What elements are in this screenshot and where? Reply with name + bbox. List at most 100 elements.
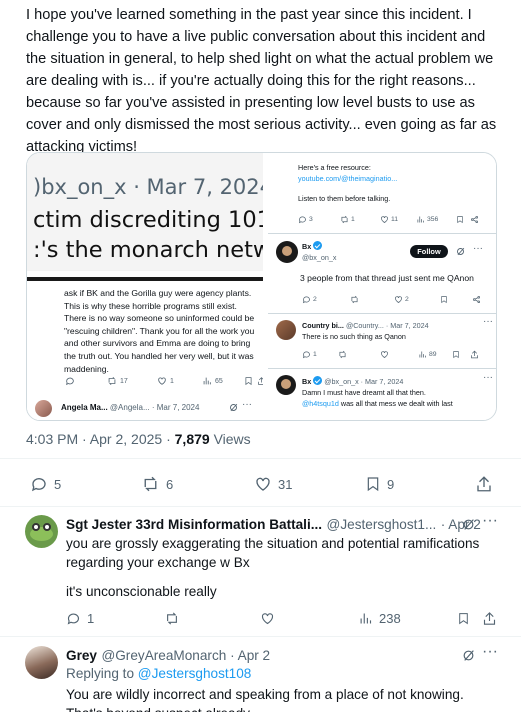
more-icon: ··· xyxy=(242,399,252,410)
reply-author-name[interactable]: Sgt Jester 33rd Misinformation Battali..… xyxy=(66,517,322,532)
reply-author-name[interactable]: Grey xyxy=(66,648,97,663)
like-button[interactable]: 31 xyxy=(254,475,292,493)
tweet-meta: 4:03 PM · Apr 2, 2025 · 7,879 Views xyxy=(26,431,251,447)
more-icon[interactable]: ··· xyxy=(482,512,498,530)
replying-prefix: Replying to xyxy=(66,666,138,681)
repost-icon xyxy=(341,215,348,224)
bookmark-icon xyxy=(367,477,379,492)
mr2-likes-count: 2 xyxy=(405,296,409,303)
verified-icon xyxy=(313,241,323,250)
resource-link[interactable]: youtube.com/@theimaginatio... xyxy=(298,173,397,184)
avatar[interactable] xyxy=(25,646,58,679)
media-left-likes: 1 xyxy=(157,376,174,386)
bookmark-icon xyxy=(456,215,464,224)
listen-text: Listen to them before talking. xyxy=(298,194,391,203)
heart-icon xyxy=(158,377,166,385)
share-icon xyxy=(472,295,481,304)
replying-to-link[interactable]: @Jestersghost108 xyxy=(138,666,252,681)
bx2-post-rest: was all that mess we dealt with last xyxy=(338,399,453,408)
reply-text-2: it's unconscionable really xyxy=(66,584,217,599)
country-handle: @Country... xyxy=(345,321,384,330)
reply-icon xyxy=(31,478,46,492)
media-left-header-quote1: ctim discrediting 101. “It's xyxy=(33,207,263,233)
media-left-likes-count: 1 xyxy=(170,377,174,385)
bookmark-button[interactable] xyxy=(457,611,470,626)
verified-icon xyxy=(313,376,323,385)
share-button[interactable] xyxy=(482,611,497,626)
media-left-actions: 17 1 65 xyxy=(57,376,263,390)
repost-button[interactable]: 6 xyxy=(141,475,173,493)
like-button[interactable] xyxy=(260,611,275,626)
bx2-post: Damn I must have dreamt all that then. xyxy=(302,388,426,397)
media-left-header: )bx_on_x · Mar 7, 2024 ctim discrediting… xyxy=(27,153,263,271)
bx2-name: Bx xyxy=(302,377,312,386)
country-name: Country bi... xyxy=(302,321,344,330)
heart-icon xyxy=(381,351,388,358)
media-right-divider xyxy=(268,313,496,314)
repost-icon xyxy=(339,350,346,359)
more-icon: ··· xyxy=(473,243,483,254)
media-right-actions-1: 3 1 11 356 xyxy=(298,215,494,227)
reply-icon xyxy=(302,296,310,304)
bookmark-icon xyxy=(440,295,448,304)
resource-text: Here's a free resource: xyxy=(298,163,371,172)
heart-icon xyxy=(381,216,388,223)
follow-button[interactable]: Follow xyxy=(410,245,448,258)
media-left-reposts-count: 17 xyxy=(120,377,128,385)
reply-views-count: 238 xyxy=(379,611,401,626)
repost-icon xyxy=(351,295,358,304)
like-count: 31 xyxy=(278,476,293,492)
media-left-footer-name: Angela Ma... xyxy=(61,403,108,412)
reply-icon xyxy=(65,376,75,386)
reply-icon xyxy=(302,351,310,359)
views-icon xyxy=(360,613,372,624)
share-icon xyxy=(257,376,263,386)
heart-icon xyxy=(395,296,402,303)
reply-icon xyxy=(67,613,80,625)
share-icon xyxy=(470,350,479,359)
media-left-reposts: 17 xyxy=(107,376,128,386)
reply-count: 5 xyxy=(54,476,62,492)
views-button[interactable]: 238 xyxy=(358,611,401,626)
reply-button[interactable]: 1 xyxy=(66,611,94,626)
tweet-views-count: 7,879 xyxy=(174,431,210,447)
grok-icon[interactable] xyxy=(462,518,475,531)
grok-icon[interactable] xyxy=(462,649,475,662)
reply-text: You are wildly incorrect and speaking fr… xyxy=(66,687,464,712)
more-icon[interactable]: ··· xyxy=(482,643,498,661)
media-left-footer-handle: @Angela... xyxy=(109,403,150,412)
repost-button[interactable] xyxy=(164,611,180,626)
repost-icon xyxy=(144,476,157,492)
avatar[interactable] xyxy=(25,515,58,548)
reply-button[interactable]: 5 xyxy=(30,475,61,493)
tweet-time[interactable]: 4:03 PM · Apr 2, 2025 · xyxy=(26,431,175,447)
tweet-text: I hope you've learned something in the p… xyxy=(26,7,497,155)
grok-icon xyxy=(229,403,238,412)
bookmark-icon xyxy=(452,350,460,359)
media-left-views-count: 65 xyxy=(215,377,223,385)
reply-item[interactable]: Sgt Jester 33rd Misinformation Battali..… xyxy=(0,506,521,636)
mr-replies-count: 3 xyxy=(309,216,313,223)
mr2-replies-count: 2 xyxy=(313,296,317,303)
media-left-divider xyxy=(27,277,263,281)
avatar xyxy=(35,400,52,417)
media-left-footer: Angela Ma... @Angela... · Mar 7, 2024 ··… xyxy=(27,393,263,420)
reply-item[interactable]: Grey @GreyAreaMonarch · Apr 2 ··· Replyi… xyxy=(0,637,521,712)
avatar xyxy=(276,241,298,263)
reply-icon xyxy=(298,216,306,224)
share-icon xyxy=(483,612,496,625)
reply-author-handle[interactable]: @Jestersghost1... xyxy=(327,517,437,532)
media-left-header-quote2: :'s the monarch network!” xyxy=(33,237,263,263)
bx-handle: @bx_on_x xyxy=(302,253,337,262)
reply-author-handle[interactable]: @GreyAreaMonarch · Apr 2 xyxy=(101,648,270,663)
country-post: There is no such thing as Qanon xyxy=(302,332,406,341)
bookmark-button[interactable]: 9 xyxy=(365,475,394,493)
media-left-footer-date: · Mar 7, 2024 xyxy=(151,403,200,412)
bx2-mention[interactable]: @h4tsqu1d xyxy=(302,399,339,408)
tweet-media[interactable]: )bx_on_x · Mar 7, 2024 ctim discrediting… xyxy=(26,152,497,421)
mr-likes-count: 11 xyxy=(391,216,399,223)
share-icon xyxy=(470,215,479,224)
mr-reposts-count: 1 xyxy=(351,216,355,223)
media-left-views: 65 xyxy=(202,376,223,386)
share-button[interactable] xyxy=(475,475,493,493)
